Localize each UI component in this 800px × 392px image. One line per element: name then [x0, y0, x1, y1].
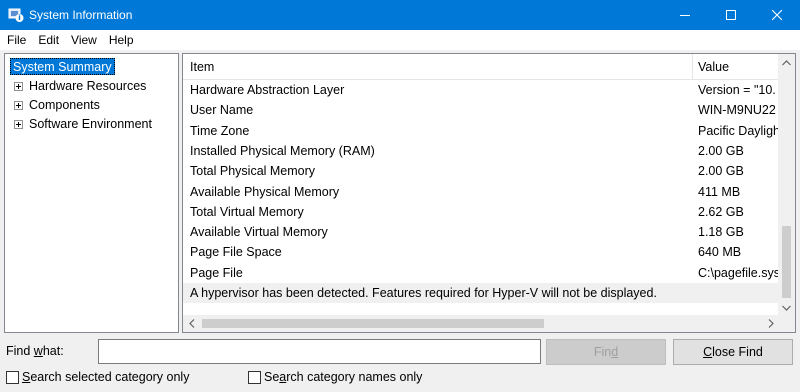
expand-plus-icon[interactable]: [14, 100, 23, 110]
search-selected-category-checkbox[interactable]: [6, 370, 19, 384]
table-row[interactable]: Page File C:\pagefile.sys: [183, 263, 779, 283]
tree-item-label: Hardware Resources: [29, 79, 147, 93]
table-row[interactable]: User Name WIN-M9NU22: [183, 100, 779, 120]
column-header-item[interactable]: Item: [190, 60, 214, 74]
minimize-icon: [680, 15, 690, 16]
checkbox-label: Search category names only: [264, 370, 423, 384]
row-item-cell: Total Virtual Memory: [190, 204, 304, 219]
tree-item-label: Software Environment: [29, 117, 152, 131]
table-row[interactable]: Time Zone Pacific Daylight: [183, 121, 779, 141]
row-value-cell: Version = "10.: [698, 83, 776, 97]
search-category-names-option[interactable]: Search category names only: [248, 370, 422, 384]
find-what-input[interactable]: [98, 339, 541, 364]
table-row[interactable]: Page File Space 640 MB: [183, 242, 779, 262]
horizontal-scroll-thumb[interactable]: [202, 319, 544, 328]
expand-plus-icon[interactable]: [14, 81, 23, 91]
row-item-cell: Page File: [190, 265, 243, 280]
row-item-cell: Installed Physical Memory (RAM): [190, 143, 375, 158]
expand-plus-icon[interactable]: [14, 119, 23, 129]
row-value-cell: 2.62 GB: [698, 204, 744, 219]
row-value-cell: Pacific Daylight: [698, 123, 779, 138]
scroll-right-icon[interactable]: [762, 315, 779, 332]
row-value-cell: 2.00 GB: [698, 164, 744, 179]
row-value-cell: 2.00 GB: [698, 143, 744, 158]
row-item-cell: Available Virtual Memory: [190, 225, 328, 240]
vertical-scrollbar[interactable]: [778, 54, 795, 316]
close-button[interactable]: [754, 0, 800, 30]
checkbox-label: Search selected category only: [22, 370, 190, 384]
horizontal-scrollbar[interactable]: [183, 315, 779, 332]
scroll-down-icon[interactable]: [778, 299, 795, 316]
tree-item-components[interactable]: Components: [5, 96, 178, 114]
column-header-value[interactable]: Value: [698, 60, 729, 74]
row-item-cell: Hardware Abstraction Layer: [190, 83, 345, 97]
table-row[interactable]: Hardware Abstraction Layer Version = "10.: [183, 80, 779, 100]
column-divider[interactable]: [692, 54, 693, 80]
details-list: Item Value Hardware Abstraction Layer Ver…: [182, 53, 796, 333]
category-tree[interactable]: System Summary Hardware Resources Compon…: [4, 53, 179, 333]
search-category-names-checkbox[interactable]: [248, 370, 261, 384]
table-row[interactable]: Available Physical Memory 411 MB: [183, 182, 779, 202]
vertical-scroll-thumb[interactable]: [782, 226, 791, 298]
minimize-button[interactable]: [662, 0, 708, 30]
row-item-cell: Time Zone: [190, 123, 250, 138]
tree-item-hardware-resources[interactable]: Hardware Resources: [5, 77, 178, 95]
menu-view[interactable]: View: [64, 33, 102, 47]
scrollbar-corner: [778, 315, 795, 332]
table-row[interactable]: A hypervisor has been detected. Features…: [183, 283, 779, 303]
tree-item-software-environment[interactable]: Software Environment: [5, 115, 178, 133]
menu-edit[interactable]: Edit: [31, 33, 64, 47]
menu-file[interactable]: File: [0, 33, 31, 47]
row-item-cell: Page File Space: [190, 245, 282, 260]
tree-item-system-summary[interactable]: System Summary: [10, 58, 115, 75]
row-value-cell: WIN-M9NU22: [698, 103, 776, 118]
table-row[interactable]: Total Physical Memory 2.00 GB: [183, 161, 779, 181]
maximize-icon: [726, 10, 736, 20]
tree-item-label: Components: [29, 98, 100, 112]
scroll-left-icon[interactable]: [183, 315, 200, 332]
row-value-cell: 411 MB: [698, 184, 741, 199]
row-item-cell: User Name: [190, 103, 254, 118]
list-header: Item Value: [183, 54, 779, 80]
system-information-app-icon: [8, 7, 24, 23]
row-value-cell: 640 MB: [698, 245, 742, 260]
row-value-cell: 1.18 GB: [698, 225, 744, 240]
scroll-up-icon[interactable]: [778, 54, 795, 71]
window-title: System Information: [29, 8, 133, 22]
find-button[interactable]: Fin d: [546, 339, 666, 365]
row-item-cell: Available Physical Memory: [190, 184, 340, 199]
menu-bar: File Edit View Help: [0, 30, 800, 50]
maximize-button[interactable]: [708, 0, 754, 30]
title-bar[interactable]: System Information: [0, 0, 800, 30]
row-value-cell: C:\pagefile.sys: [698, 265, 779, 280]
close-icon: [772, 10, 782, 20]
table-row[interactable]: Available Virtual Memory 1.18 GB: [183, 222, 779, 242]
table-row[interactable]: Installed Physical Memory (RAM) 2.00 GB: [183, 141, 779, 161]
row-item-cell: A hypervisor has been detected. Features…: [190, 286, 657, 300]
row-item-cell: Total Physical Memory: [190, 164, 316, 179]
close-find-button[interactable]: Close Find: [673, 339, 793, 365]
table-row[interactable]: Total Virtual Memory 2.62 GB: [183, 202, 779, 222]
search-selected-category-option[interactable]: Search selected category only: [6, 370, 189, 384]
menu-help[interactable]: Help: [102, 33, 139, 47]
find-what-label: Find what:: [6, 344, 64, 358]
